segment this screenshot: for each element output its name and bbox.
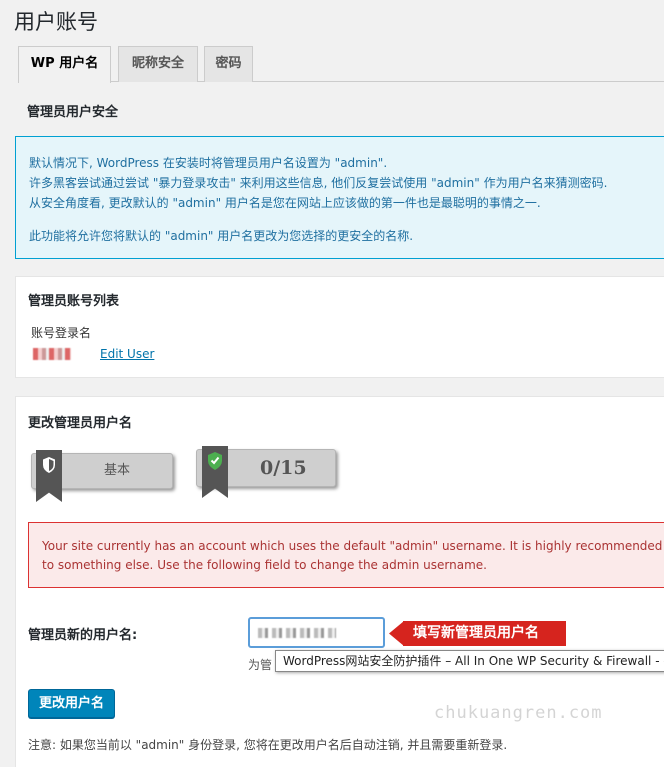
new-username-label: 管理员新的用户名:: [28, 628, 138, 643]
security-level-label: 基本: [104, 463, 131, 478]
shield-ribbon-icon: [36, 450, 62, 502]
info-notice: 默认情况下, WordPress 在安装时将管理员用户名设置为 "admin".…: [15, 136, 664, 259]
info-line: 从安全角度看, 更改默认的 "admin" 用户名是您在网站上应该做的第一件也是…: [29, 196, 541, 210]
security-score: 0/15: [260, 457, 307, 479]
annotation-callout: 填写新管理员用户名: [403, 621, 566, 646]
info-line: 许多黑客尝试通过尝试 "暴力登录攻击" 来利用这些信息, 他们反复尝试使用 "a…: [29, 176, 608, 190]
redacted-username: [33, 348, 71, 360]
edit-user-link[interactable]: Edit User: [100, 347, 154, 361]
admin-username-warning: Your site currently has an account which…: [28, 522, 664, 588]
shield-check-ribbon-icon: [202, 446, 228, 498]
login-name-header: 账号登录名: [31, 326, 92, 340]
field-help-text: 为管: [248, 658, 273, 672]
shield-icon: [43, 457, 55, 473]
shield-check-icon: [208, 452, 222, 470]
tab-wp-username[interactable]: WP 用户名: [18, 46, 111, 83]
section-heading: 管理员用户安全: [27, 105, 119, 120]
page-title: 用户账号: [14, 10, 98, 34]
new-username-input[interactable]: [248, 617, 385, 648]
warning-line: to something else. Use the following fie…: [42, 558, 487, 572]
change-username-title: 更改管理员用户名: [28, 416, 133, 431]
security-level-badge: 基本: [31, 450, 173, 502]
security-score-badge: 0/15: [196, 446, 336, 498]
tab-nickname-security[interactable]: 昵称安全: [118, 46, 198, 82]
logout-note: 注意: 如果您当前以 "admin" 身份登录, 您将在更改用户名后自动注销, …: [28, 738, 508, 752]
admin-accounts-box: 管理员账号列表 账号登录名 Edit User: [15, 276, 664, 378]
info-line: 此功能将允许您将默认的 "admin" 用户名更改为您选择的更安全的名称.: [29, 229, 414, 243]
browser-tooltip: WordPress网站安全防护插件 – All In One WP Securi…: [275, 650, 664, 672]
redacted-input-value: [258, 628, 336, 638]
warning-line: Your site currently has an account which…: [42, 539, 664, 553]
watermark: chukuangren.com: [434, 703, 603, 723]
change-username-button[interactable]: 更改用户名: [28, 689, 115, 718]
tab-bar: WP 用户名 昵称安全 密码: [18, 46, 664, 83]
info-line: 默认情况下, WordPress 在安装时将管理员用户名设置为 "admin".: [29, 156, 388, 170]
tab-password[interactable]: 密码: [204, 46, 253, 82]
admin-accounts-title: 管理员账号列表: [28, 294, 120, 309]
